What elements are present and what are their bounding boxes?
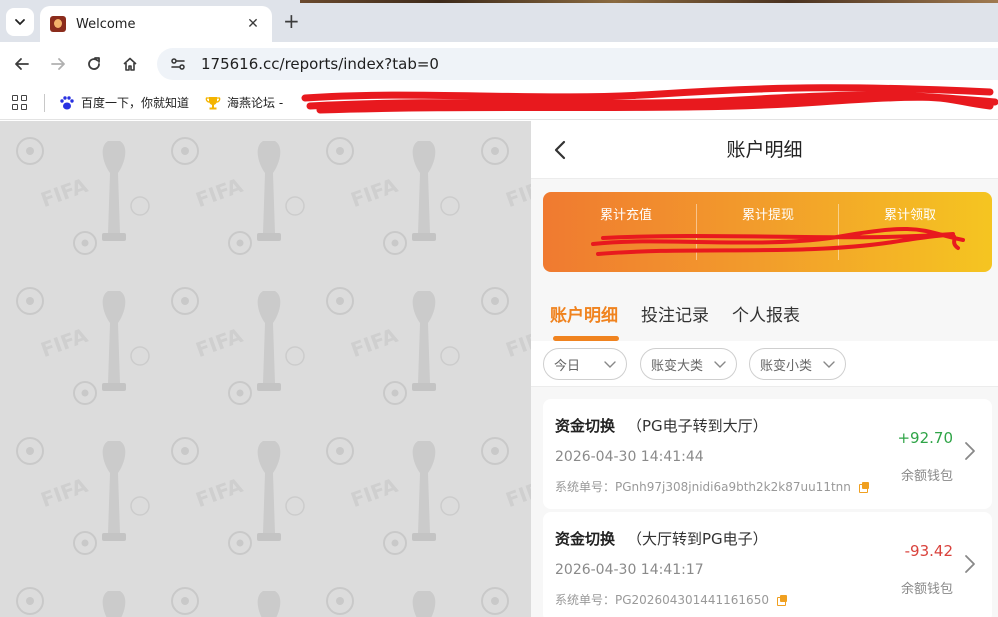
chevron-down-icon <box>15 19 25 26</box>
filter-label: 账变小类 <box>760 358 813 374</box>
browser-tab-strip: Welcome ✕ + <box>0 0 998 42</box>
background-photo-strip <box>300 0 998 3</box>
copy-icon[interactable] <box>858 481 869 493</box>
bookmark-baidu[interactable]: 百度一下，你就知道 <box>59 94 189 111</box>
record-order-number: 系统单号：PGnh97j308jnidi6a9bth2k2k87uu11tnn <box>555 480 851 494</box>
transaction-record[interactable]: 资金切换 （PG电子转到大厅） 2026-04-30 14:41:44 系统单号：… <box>543 399 992 509</box>
filter-date-select[interactable]: 今日 <box>543 348 627 380</box>
bookmark-haiyan[interactable]: 海燕论坛 - <box>205 94 283 111</box>
filter-label: 今日 <box>554 358 581 374</box>
chevron-down-icon <box>823 361 835 368</box>
page-title: 账户明细 <box>726 139 803 161</box>
account-details-panel: 账户明细 累计充值 累计提现 累计领取 账户明细 投注记录 个人报表 今日 账变… <box>531 121 998 617</box>
site-favicon-icon <box>50 16 66 32</box>
filter-label: 账变大类 <box>651 358 704 374</box>
browser-toolbar: 175616.cc/reports/index?tab=0 <box>0 42 998 86</box>
record-amount: +92.70 <box>897 429 953 447</box>
record-order: 系统单号：PGnh97j308jnidi6a9bth2k2k87uu11tnn <box>555 478 869 495</box>
page-header: 账户明细 <box>531 121 998 179</box>
new-tab-button[interactable]: + <box>283 10 300 32</box>
site-info-icon[interactable] <box>169 55 187 73</box>
reload-button[interactable] <box>83 53 105 75</box>
apps-grid-icon[interactable] <box>12 94 28 111</box>
back-button[interactable] <box>11 53 33 75</box>
tab-close-icon[interactable]: ✕ <box>244 16 262 32</box>
back-chevron-icon[interactable] <box>551 139 571 161</box>
filter-change-category-select[interactable]: 账变大类 <box>640 348 737 380</box>
tab-search-button[interactable] <box>6 8 34 36</box>
forward-button[interactable] <box>47 53 69 75</box>
record-order: 系统单号：PG202604301441161650 <box>555 591 787 608</box>
chevron-right-icon <box>965 555 975 573</box>
fifa-pattern-background: FIFA <box>0 121 531 617</box>
record-time: 2026-04-30 14:41:17 <box>555 562 704 578</box>
arrow-right-icon <box>51 58 65 70</box>
browser-tab[interactable]: Welcome ✕ <box>40 6 272 42</box>
bookmark-label: 海燕论坛 - <box>227 96 284 110</box>
record-title: 资金切换 （PG电子转到大厅） <box>555 415 768 436</box>
copy-icon[interactable] <box>776 594 787 606</box>
tab-bet-records[interactable]: 投注记录 <box>641 301 709 326</box>
reload-icon <box>88 57 100 70</box>
chevron-down-icon <box>604 361 616 368</box>
record-type: 资金切换 <box>555 530 616 548</box>
tab-personal-report[interactable]: 个人报表 <box>732 301 800 326</box>
chevron-down-icon <box>714 361 726 368</box>
arrow-left-icon <box>15 58 29 70</box>
chevron-right-icon <box>965 442 975 460</box>
bookmark-separator <box>44 93 45 112</box>
filter-change-subcategory-select[interactable]: 账变小类 <box>749 348 846 380</box>
record-wallet: 余额钱包 <box>900 582 953 597</box>
record-detail: （大厅转到PG电子） <box>627 530 768 548</box>
transaction-record[interactable]: 资金切换 （大厅转到PG电子） 2026-04-30 14:41:17 系统单号：… <box>543 512 992 617</box>
record-detail: （PG电子转到大厅） <box>627 417 768 435</box>
record-wallet: 余额钱包 <box>900 469 953 484</box>
bookmark-label: 百度一下，你就知道 <box>81 96 190 110</box>
decorative-background: FIFA <box>0 121 531 617</box>
record-title: 资金切换 （大厅转到PG电子） <box>555 528 768 549</box>
filter-bar: 今日 账变大类 账变小类 <box>531 341 998 387</box>
record-order-number: 系统单号：PG202604301441161650 <box>555 593 769 607</box>
baidu-paw-icon <box>60 95 74 109</box>
address-bar[interactable]: 175616.cc/reports/index?tab=0 <box>157 48 998 80</box>
home-button[interactable] <box>119 53 141 75</box>
trophy-icon <box>205 96 221 109</box>
record-type: 资金切换 <box>555 417 616 435</box>
record-amount: -93.42 <box>904 542 953 560</box>
summary-card: 累计充值 累计提现 累计领取 <box>543 192 992 272</box>
home-icon <box>123 57 137 71</box>
record-tabs: 账户明细 投注记录 个人报表 <box>531 291 998 341</box>
url-text: 175616.cc/reports/index?tab=0 <box>201 55 439 73</box>
tab-account-details[interactable]: 账户明细 <box>550 301 618 326</box>
bookmarks-bar: 百度一下，你就知道 海燕论坛 - <box>0 86 998 120</box>
redaction-scribble <box>591 227 965 256</box>
tab-title: Welcome <box>76 16 136 32</box>
record-time: 2026-04-30 14:41:44 <box>555 449 704 465</box>
